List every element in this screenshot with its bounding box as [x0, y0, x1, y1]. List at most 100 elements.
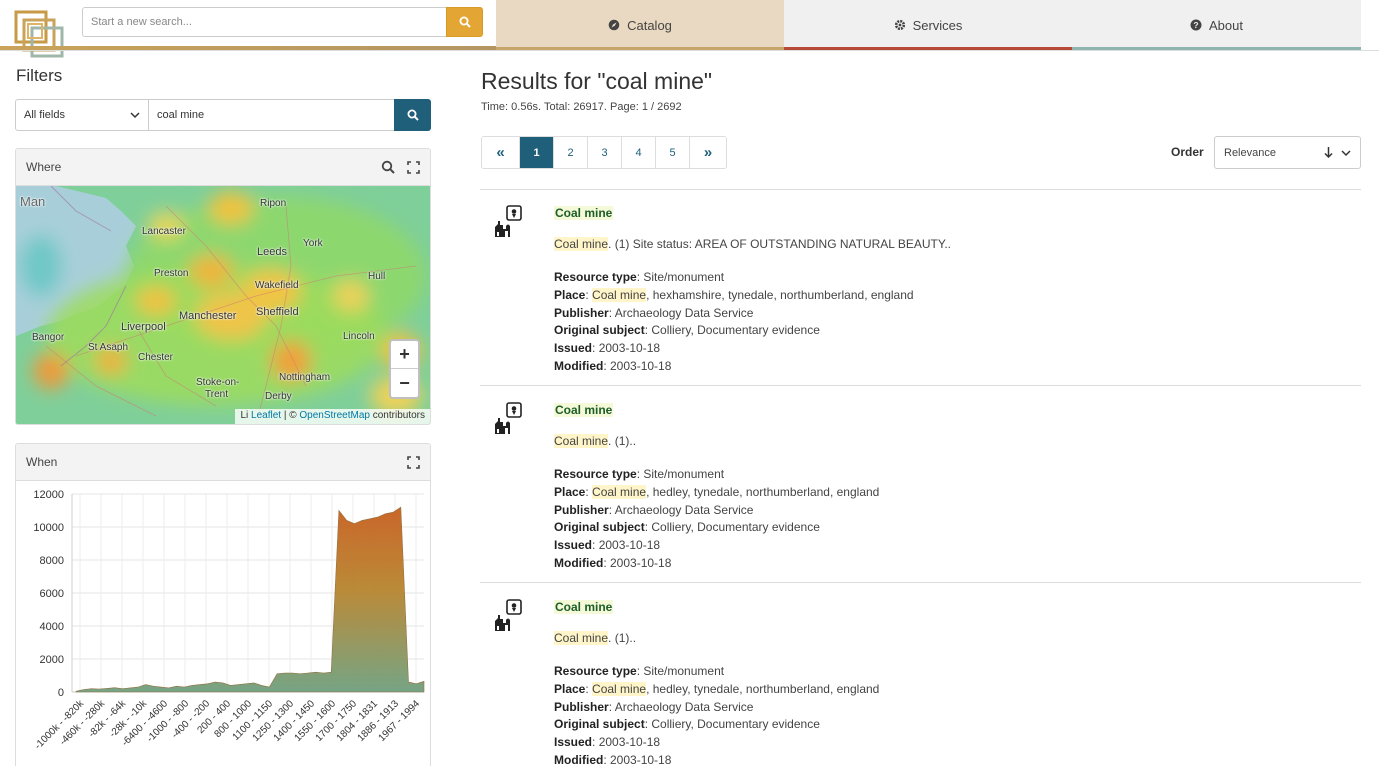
meta-label: Resource type: [554, 664, 637, 678]
result-metadata: Resource type: Site/monument Place: Coal…: [554, 664, 880, 766]
meta-label: Modified: [554, 752, 604, 766]
search-icon: [459, 16, 471, 28]
pagination-page-1[interactable]: 1: [520, 137, 554, 168]
chevron-down-icon: [1341, 149, 1351, 156]
map-label-hull: Hull: [368, 271, 386, 282]
meta-resource-type: Site/monument: [643, 664, 725, 678]
pagination-page-4[interactable]: 4: [622, 137, 656, 168]
global-search: [82, 7, 483, 37]
leaflet-link[interactable]: Leaflet: [251, 410, 281, 421]
map-label-liverpool: Liverpool: [121, 321, 166, 333]
map-label-lincoln: Lincoln: [343, 331, 375, 342]
map-label-leeds: Leeds: [257, 246, 287, 258]
pagination-next[interactable]: »: [690, 137, 726, 168]
meta-issued: 2003-10-18: [598, 341, 661, 356]
order-select-value: Relevance: [1224, 146, 1276, 159]
tab-services-label: Services: [912, 17, 963, 33]
search-icon[interactable]: [381, 160, 395, 174]
expand-icon[interactable]: [407, 455, 420, 469]
osm-link[interactable]: OpenStreetMap: [299, 410, 370, 421]
chart-area-series[interactable]: [75, 506, 425, 693]
pagination-prev[interactable]: «: [482, 137, 520, 168]
meta-label: Resource type: [554, 467, 637, 481]
meta-label: Resource type: [554, 270, 637, 284]
field-select[interactable]: All fields: [15, 99, 149, 131]
global-search-input[interactable]: [82, 7, 446, 37]
meta-label: Place: [554, 484, 586, 499]
result-title-link[interactable]: Coal mine: [554, 403, 614, 417]
results-stats: Time: 0.56s. Total: 26917. Page: 1 / 269…: [481, 101, 682, 113]
zoom-out-button[interactable]: −: [391, 369, 418, 397]
order-label: Order: [1171, 145, 1204, 159]
chart-y-tick-label: 12000: [33, 489, 64, 501]
map-label-manchester: Manchester: [179, 310, 237, 322]
meta-label: Publisher: [554, 305, 609, 320]
meta-modified: 2003-10-18: [610, 752, 672, 766]
timeline-chart[interactable]: 020004000600080001000012000-1000k - -820…: [16, 481, 430, 766]
tab-about[interactable]: ? About: [1072, 0, 1361, 50]
pagination: « 1 2 3 4 5 »: [481, 136, 727, 169]
tab-catalog-label: Catalog: [627, 17, 672, 33]
meta-issued: 2003-10-18: [598, 538, 661, 553]
map-label-chester: Chester: [138, 352, 174, 363]
meta-resource-type: Site/monument: [643, 270, 725, 284]
result-item: Coal mine Coal mine. (1) Site status: AR…: [494, 190, 1354, 386]
zoom-in-button[interactable]: +: [391, 341, 418, 369]
chart-y-tick-label: 4000: [40, 621, 64, 633]
meta-subject: Colliery, Documentary evidence: [651, 717, 820, 732]
chart-y-tick-label: 6000: [40, 588, 64, 600]
result-item: Coal mine Coal mine. (1).. Resource type…: [494, 387, 1354, 583]
pagination-page-3[interactable]: 3: [588, 137, 622, 168]
pagination-page-5[interactable]: 5: [656, 137, 690, 168]
result-description: Coal mine. (1)..: [554, 434, 1334, 448]
desc-highlight: Coal mine: [554, 434, 609, 448]
tab-about-label: About: [1209, 17, 1243, 33]
desc-text: . (1)..: [608, 631, 637, 645]
attribution-suffix: contributors: [372, 410, 425, 421]
header-divider: [0, 50, 1379, 51]
global-search-button[interactable]: [446, 7, 483, 37]
results-separator: [480, 385, 1361, 386]
order-select[interactable]: Relevance: [1214, 136, 1361, 169]
filter-search-button[interactable]: [394, 99, 431, 131]
meta-modified: 2003-10-18: [610, 555, 672, 570]
result-title-link[interactable]: Coal mine: [554, 600, 614, 614]
meta-subject: Colliery, Documentary evidence: [651, 520, 820, 535]
tab-services[interactable]: Services: [784, 0, 1072, 50]
meta-label: Modified: [554, 358, 604, 373]
expand-icon[interactable]: [407, 160, 420, 174]
search-icon: [407, 109, 419, 121]
results-title: Results for "coal mine": [481, 68, 713, 94]
chart-y-tick-label: 0: [58, 687, 64, 699]
sort-desc-icon: [1324, 147, 1333, 158]
place-highlight: Coal mine: [592, 484, 647, 499]
meta-label: Original subject: [554, 520, 645, 535]
map-label-wakefield: Wakefield: [255, 280, 299, 291]
top-bar: Catalog Services ? About: [0, 0, 1379, 58]
place-highlight: Coal mine: [592, 287, 647, 302]
result-title-link[interactable]: Coal mine: [554, 206, 614, 220]
map-label-ripon: Ripon: [260, 198, 287, 209]
pagination-page-2[interactable]: 2: [554, 137, 588, 168]
result-metadata: Resource type: Site/monument Place: Coal…: [554, 467, 880, 570]
result-body: Coal mine Coal mine. (1).. Resource type…: [554, 403, 1334, 573]
result-item: Coal mine Coal mine. (1).. Resource type…: [494, 584, 1354, 766]
meta-label: Publisher: [554, 699, 609, 714]
filter-query-input[interactable]: [148, 99, 395, 131]
site-monument-icon: [495, 599, 522, 631]
where-panel: Where Man Ripon Lancaster York Leeds Pre…: [15, 148, 431, 425]
meta-modified: 2003-10-18: [610, 358, 672, 373]
meta-place: , hexhamshire, tynedale, northumberland,…: [646, 287, 914, 302]
heatmap-map[interactable]: Man Ripon Lancaster York Leeds Preston W…: [16, 186, 430, 424]
place-highlight: Coal mine: [592, 681, 647, 696]
map-label-nottingham: Nottingham: [279, 372, 331, 383]
meta-subject: Colliery, Documentary evidence: [651, 323, 820, 338]
chart-y-tick-label: 2000: [40, 654, 64, 666]
tab-catalog[interactable]: Catalog: [496, 0, 784, 50]
meta-place: , hedley, tynedale, northumberland, engl…: [646, 681, 880, 696]
result-description: Coal mine. (1)..: [554, 631, 1334, 645]
site-monument-icon: [495, 205, 522, 237]
gear-icon: [894, 19, 905, 31]
logo-icon[interactable]: [14, 8, 70, 60]
when-panel: When 0 2000 4000 6000 8000 10000 12000 -1000k -…: [15, 443, 431, 766]
